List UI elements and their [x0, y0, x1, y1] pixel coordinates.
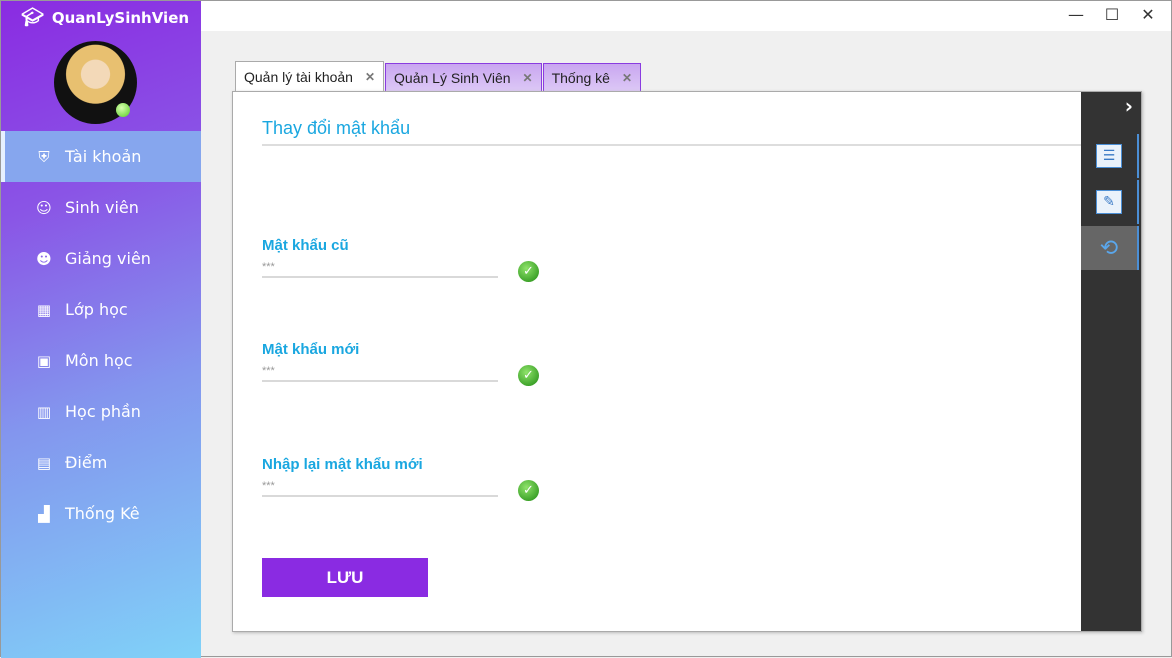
close-tab-icon[interactable]: ✕	[365, 70, 375, 84]
document-edit-icon: ✎	[1096, 190, 1122, 214]
confirm-password-label: Nhập lại mật khẩu mới	[262, 456, 423, 473]
score-icon: ▤	[36, 453, 52, 472]
close-button[interactable]: ✕	[1133, 5, 1163, 27]
sidebar-item-tai-khoan[interactable]: ⛨ Tài khoản	[1, 131, 201, 182]
online-status-icon	[116, 103, 130, 117]
app-title: QuanLySinhVien	[51, 8, 190, 27]
title-bar: — ☐ ✕	[201, 1, 1171, 31]
app-brand: 🎓︎ QuanLySinhVien	[21, 7, 189, 28]
check-icon: ✓	[518, 480, 539, 501]
sidebar-item-label: Tài khoản	[65, 147, 142, 166]
user-rotate-icon: ⟲	[1099, 235, 1119, 261]
sidebar-item-thong-ke[interactable]: ▟ Thống Kê	[1, 488, 201, 539]
check-icon: ✓	[518, 261, 539, 282]
old-password-input[interactable]	[262, 258, 498, 278]
new-password-input[interactable]	[262, 362, 498, 382]
view-document-button[interactable]: ☰	[1081, 134, 1139, 178]
graduation-cap-icon: 🎓︎	[21, 7, 44, 28]
sidebar-item-lop-hoc[interactable]: ▦ Lớp học	[1, 284, 201, 335]
chevron-right-icon[interactable]: ›	[1125, 94, 1133, 118]
tab-label: Thống kê	[551, 69, 610, 86]
confirm-password-input[interactable]	[262, 477, 498, 497]
document-view-icon: ☰	[1096, 144, 1122, 168]
sidebar-item-sinh-vien[interactable]: ☺ Sinh viên	[1, 182, 201, 233]
old-password-field: Mật khẩu cũ	[262, 237, 498, 278]
tab-quan-ly-sinh-vien[interactable]: Quản Lý Sinh Viên ✕	[385, 63, 542, 91]
subject-icon: ▣	[36, 351, 52, 370]
sidebar-item-diem[interactable]: ▤ Điểm	[1, 437, 201, 488]
user-switch-button[interactable]: ⟲	[1081, 226, 1139, 270]
check-icon: ✓	[518, 365, 539, 386]
sidebar-item-label: Học phần	[65, 402, 141, 421]
sidebar-item-label: Giảng viên	[65, 249, 151, 268]
sidebar-item-mon-hoc[interactable]: ▣ Môn học	[1, 335, 201, 386]
tab-quan-ly-tai-khoan[interactable]: Quản lý tài khoản ✕	[235, 61, 385, 91]
right-toolbar: › ☰ ✎ ⟲	[1081, 92, 1141, 631]
classroom-icon: ▦	[36, 300, 52, 319]
chart-icon: ▟	[38, 504, 50, 523]
student-icon: ☺	[36, 198, 52, 217]
sidebar-item-label: Thống Kê	[65, 504, 140, 523]
divider	[262, 144, 1082, 146]
close-tab-icon[interactable]: ✕	[622, 71, 632, 85]
shield-user-icon: ⛨	[38, 147, 50, 166]
sidebar-item-hoc-phan[interactable]: ▥ Học phần	[1, 386, 201, 437]
sidebar-item-label: Môn học	[65, 351, 133, 370]
tab-thong-ke[interactable]: Thống kê ✕	[542, 63, 642, 91]
new-password-field: Mật khẩu mới	[262, 341, 498, 382]
change-password-panel: Thay đổi mật khẩu Mật khẩu cũ ✓ Mật khẩu…	[232, 91, 1142, 632]
sidebar: 🎓︎ QuanLySinhVien ⛨ Tài khoản ☺ Sinh viên …	[1, 1, 201, 658]
old-password-label: Mật khẩu cũ	[262, 237, 349, 254]
sidebar-item-label: Sinh viên	[65, 198, 139, 217]
maximize-button[interactable]: ☐	[1097, 5, 1127, 27]
save-button[interactable]: LƯU	[262, 558, 428, 597]
tab-label: Quản lý tài khoản	[244, 68, 353, 85]
tab-label: Quản Lý Sinh Viên	[394, 69, 511, 86]
sidebar-item-giang-vien[interactable]: ☻ Giảng viên	[1, 233, 201, 284]
edit-document-button[interactable]: ✎	[1081, 180, 1139, 224]
book-icon: ▥	[36, 402, 52, 421]
sidebar-item-label: Lớp học	[65, 300, 128, 319]
new-password-label: Mật khẩu mới	[262, 341, 360, 358]
sidebar-item-label: Điểm	[65, 453, 108, 472]
teacher-icon: ☻	[36, 249, 52, 268]
confirm-password-field: Nhập lại mật khẩu mới	[262, 456, 498, 497]
page-title: Thay đổi mật khẩu	[262, 118, 411, 138]
close-tab-icon[interactable]: ✕	[523, 71, 533, 85]
minimize-button[interactable]: —	[1061, 5, 1091, 27]
tab-bar: Quản lý tài khoản ✕ Quản Lý Sinh Viên ✕ Th…	[235, 61, 642, 91]
